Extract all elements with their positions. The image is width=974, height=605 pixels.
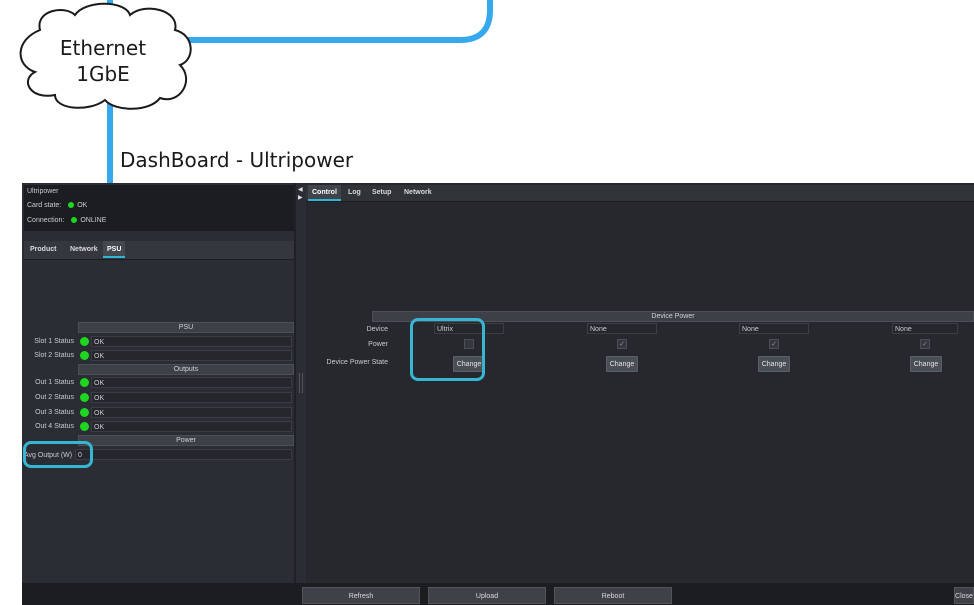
connection-row: Connection: ONLINE bbox=[27, 217, 106, 224]
dashboard-window: Ultripower Card state: OK Connection: ON… bbox=[22, 183, 974, 605]
tab-control[interactable]: Control bbox=[308, 185, 341, 201]
status-ok-icon bbox=[68, 202, 75, 209]
footer-bar: Refresh Upload Reboot Close bbox=[22, 583, 974, 605]
device-header: Ultripower Card state: OK Connection: ON… bbox=[24, 185, 294, 231]
close-button[interactable]: Close bbox=[954, 587, 974, 604]
out4-status-value: OK bbox=[91, 421, 292, 432]
outputs-section-header: Outputs bbox=[78, 364, 294, 375]
highlight-device-1 bbox=[410, 318, 485, 381]
tab-network-right[interactable]: Network bbox=[400, 185, 436, 199]
slot2-status-label: Slot 2 Status bbox=[34, 352, 74, 359]
out3-status-label: Out 3 Status bbox=[35, 409, 74, 416]
out1-status-value: OK bbox=[91, 377, 292, 388]
out3-status-value: OK bbox=[91, 407, 292, 418]
device-4-field[interactable]: None bbox=[892, 323, 958, 334]
left-panel: Ultripower Card state: OK Connection: ON… bbox=[22, 183, 294, 583]
right-panel: Control Log Setup Network Device Power D… bbox=[306, 183, 974, 583]
device-2-field[interactable]: None bbox=[587, 323, 657, 334]
splitter-grip-icon[interactable] bbox=[299, 373, 303, 393]
tab-product[interactable]: Product bbox=[26, 241, 60, 258]
collapse-left-icon[interactable]: ◀ bbox=[298, 186, 303, 193]
device-3-field[interactable]: None bbox=[739, 323, 809, 334]
out2-status-icon bbox=[80, 393, 89, 402]
slot2-status-icon bbox=[80, 351, 89, 360]
expand-right-icon[interactable]: ▶ bbox=[298, 194, 303, 201]
change-2-button[interactable]: Change bbox=[606, 356, 638, 372]
cloud-label-line1: Ethernet bbox=[59, 36, 147, 60]
power-label: Power bbox=[368, 341, 388, 348]
network-link-line bbox=[165, 0, 493, 43]
psu-section-header: PSU bbox=[78, 322, 294, 333]
tab-log[interactable]: Log bbox=[344, 185, 365, 199]
change-4-button[interactable]: Change bbox=[910, 356, 942, 372]
connection-label: Connection: bbox=[27, 217, 65, 224]
avg-output-value: 0 bbox=[75, 449, 292, 460]
tab-setup[interactable]: Setup bbox=[368, 185, 395, 199]
change-3-button[interactable]: Change bbox=[758, 356, 790, 372]
slot1-status-icon bbox=[80, 337, 89, 346]
card-state-value: OK bbox=[77, 202, 88, 209]
panel-splitter[interactable]: ◀ ▶ bbox=[296, 183, 306, 583]
status-online-icon bbox=[71, 217, 78, 224]
cloud-label: Ethernet 1GbE bbox=[28, 35, 178, 87]
device-power-state-label: Device Power State bbox=[326, 359, 388, 366]
card-state-row: Card state: OK bbox=[27, 202, 87, 209]
out1-status-label: Out 1 Status bbox=[35, 379, 74, 386]
device-name: Ultripower bbox=[27, 188, 59, 195]
highlight-avg-output bbox=[23, 441, 93, 468]
left-tab-bar: Product Network PSU bbox=[24, 241, 294, 260]
card-state-label: Card state: bbox=[27, 202, 62, 209]
out4-status-label: Out 4 Status bbox=[35, 423, 74, 430]
out4-status-icon bbox=[80, 422, 89, 431]
out3-status-icon bbox=[80, 408, 89, 417]
device-label: Device bbox=[366, 326, 388, 333]
tab-psu[interactable]: PSU bbox=[103, 241, 126, 258]
out2-status-value: OK bbox=[91, 392, 292, 403]
power-2-checkbox[interactable]: ✓ bbox=[617, 339, 627, 349]
dashboard-title: DashBoard - Ultripower bbox=[120, 148, 354, 172]
connection-value: ONLINE bbox=[80, 217, 107, 224]
tab-network[interactable]: Network bbox=[66, 241, 102, 258]
refresh-button[interactable]: Refresh bbox=[302, 587, 420, 604]
right-tab-bar: Control Log Setup Network bbox=[306, 185, 974, 202]
power-section-header: Power bbox=[78, 435, 294, 446]
reboot-button[interactable]: Reboot bbox=[554, 587, 672, 604]
power-4-checkbox[interactable]: ✓ bbox=[920, 339, 930, 349]
slot1-status-label: Slot 1 Status bbox=[34, 338, 74, 345]
power-3-checkbox[interactable]: ✓ bbox=[769, 339, 779, 349]
upload-button[interactable]: Upload bbox=[428, 587, 546, 604]
slot2-status-value: OK bbox=[91, 350, 292, 361]
slot1-status-value: OK bbox=[91, 336, 292, 347]
out2-status-label: Out 2 Status bbox=[35, 394, 74, 401]
cloud-label-line2: 1GbE bbox=[76, 62, 130, 86]
out1-status-icon bbox=[80, 378, 89, 387]
